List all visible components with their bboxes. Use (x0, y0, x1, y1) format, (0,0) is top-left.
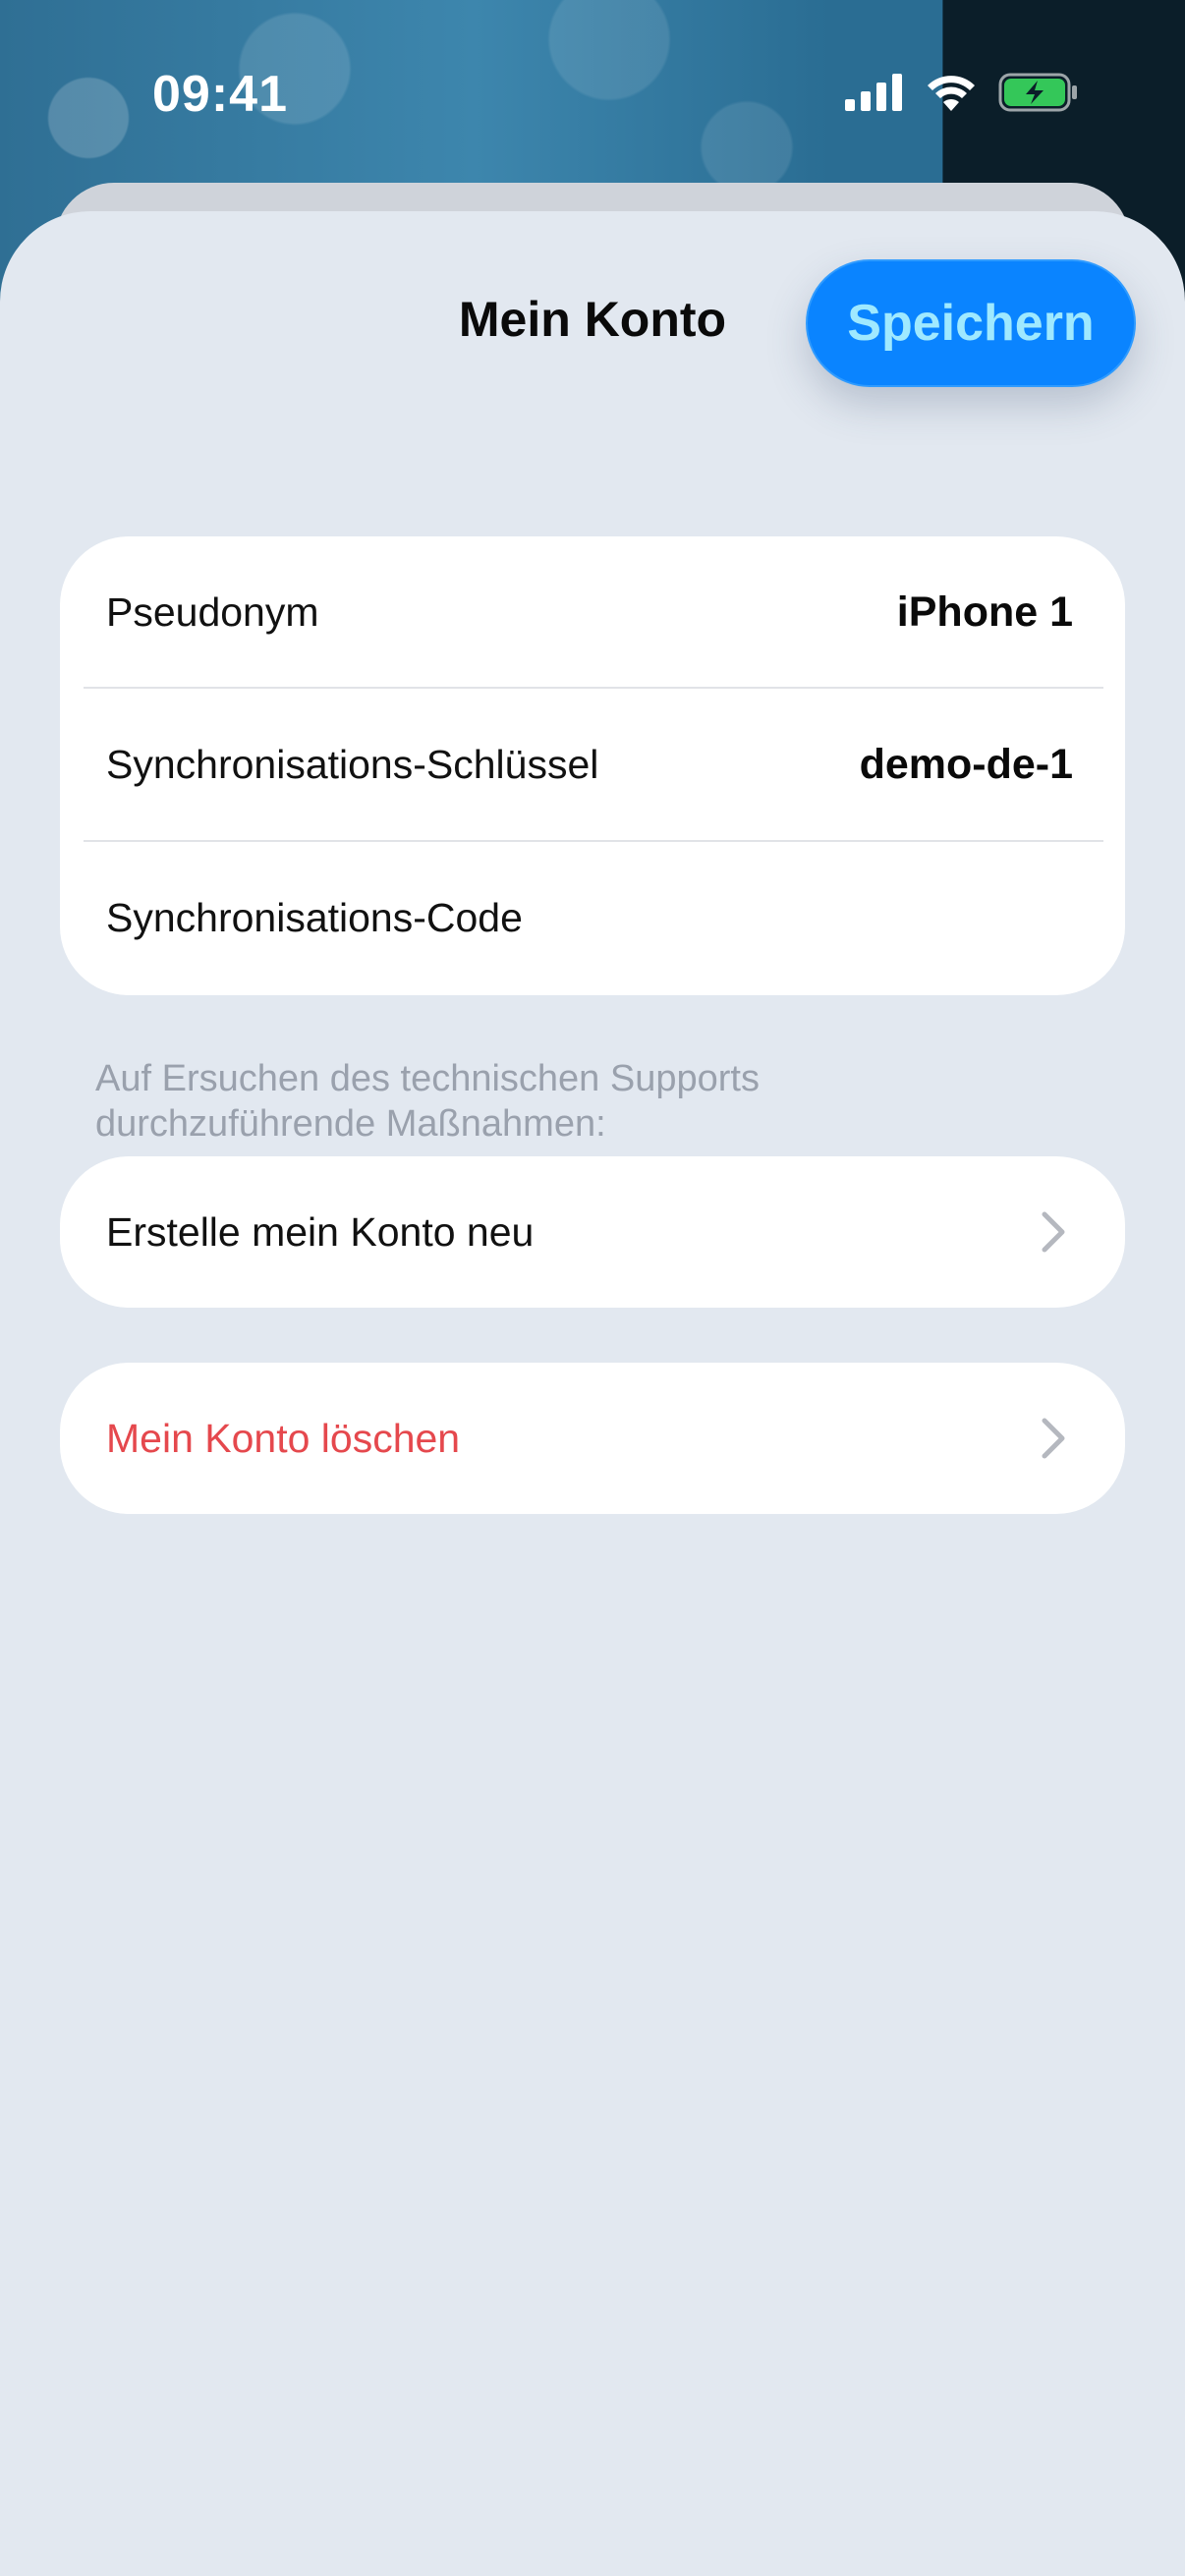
sync-key-value: demo-de-1 (859, 741, 1073, 788)
status-icons (845, 73, 1079, 112)
sync-code-label: Synchronisations-Code (106, 895, 523, 940)
save-button[interactable]: Speichern (806, 259, 1136, 387)
sync-key-row[interactable]: Synchronisations-Schlüssel demo-de-1 (60, 689, 1125, 841)
wifi-icon (928, 76, 975, 111)
battery-charging-icon (998, 73, 1077, 112)
support-section-caption: Auf Ersuchen des technischen Supports du… (95, 1056, 980, 1147)
delete-account-row[interactable]: Mein Konto löschen (60, 1363, 1125, 1514)
delete-account-button[interactable]: Mein Konto löschen (60, 1363, 1125, 1514)
support-caption-line: durchzuführende Maßnahmen: (95, 1103, 606, 1145)
support-caption-line: Auf Ersuchen des technischen Supports (95, 1058, 760, 1099)
page-title: Mein Konto (458, 292, 727, 347)
sync-key-label: Synchronisations-Schlüssel (106, 742, 599, 787)
recreate-account-row[interactable]: Erstelle mein Konto neu (60, 1156, 1125, 1308)
status-time: 09:41 (152, 66, 288, 123)
pseudonym-row[interactable]: Pseudonym iPhone 1 (60, 536, 1125, 689)
sync-code-row[interactable]: Synchronisations-Code (60, 842, 1125, 994)
recreate-account-button[interactable]: Erstelle mein Konto neu (60, 1156, 1125, 1308)
pseudonym-label: Pseudonym (106, 589, 319, 635)
pseudonym-value: iPhone 1 (896, 588, 1073, 636)
recreate-account-label: Erstelle mein Konto neu (106, 1208, 535, 1255)
chevron-right-icon (1042, 1418, 1065, 1459)
cellular-signal-icon (845, 74, 902, 111)
status-bar: 09:41 (0, 0, 1185, 187)
chevron-right-icon (1042, 1211, 1065, 1253)
account-info-card: Pseudonym iPhone 1 Synchronisations-Schl… (60, 536, 1125, 995)
delete-account-label: Mein Konto löschen (106, 1415, 461, 1461)
